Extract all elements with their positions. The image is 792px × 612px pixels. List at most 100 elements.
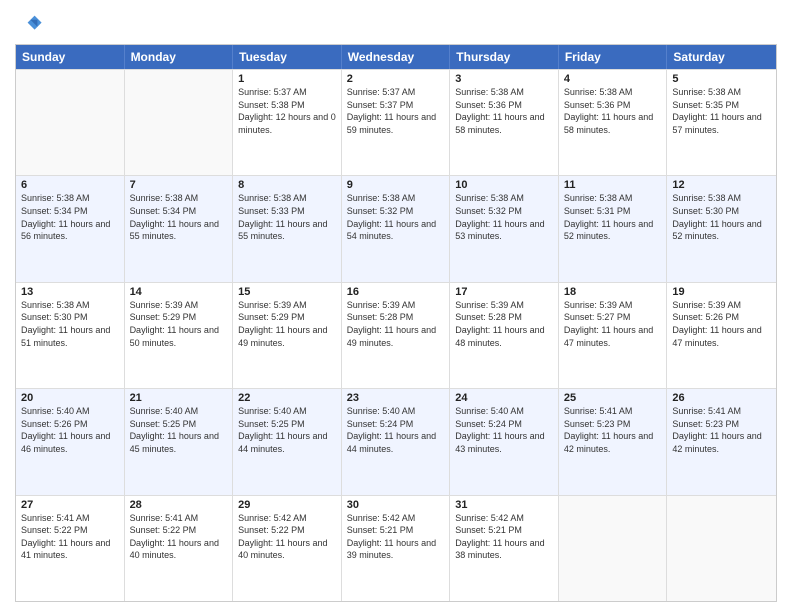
day-cell-14: 14Sunrise: 5:39 AM Sunset: 5:29 PM Dayli… [125, 283, 234, 388]
empty-cell [125, 70, 234, 175]
day-cell-1: 1Sunrise: 5:37 AM Sunset: 5:38 PM Daylig… [233, 70, 342, 175]
cell-detail: Sunrise: 5:39 AM Sunset: 5:29 PM Dayligh… [238, 299, 336, 349]
cell-detail: Sunrise: 5:38 AM Sunset: 5:34 PM Dayligh… [130, 192, 228, 242]
cell-detail: Sunrise: 5:38 AM Sunset: 5:36 PM Dayligh… [564, 86, 662, 136]
day-cell-15: 15Sunrise: 5:39 AM Sunset: 5:29 PM Dayli… [233, 283, 342, 388]
logo-icon [15, 10, 43, 38]
day-cell-24: 24Sunrise: 5:40 AM Sunset: 5:24 PM Dayli… [450, 389, 559, 494]
day-cell-2: 2Sunrise: 5:37 AM Sunset: 5:37 PM Daylig… [342, 70, 451, 175]
day-number: 4 [564, 73, 662, 85]
day-cell-10: 10Sunrise: 5:38 AM Sunset: 5:32 PM Dayli… [450, 176, 559, 281]
calendar-row-3: 13Sunrise: 5:38 AM Sunset: 5:30 PM Dayli… [16, 282, 776, 388]
empty-cell [667, 496, 776, 601]
cell-detail: Sunrise: 5:39 AM Sunset: 5:29 PM Dayligh… [130, 299, 228, 349]
cell-detail: Sunrise: 5:38 AM Sunset: 5:36 PM Dayligh… [455, 86, 553, 136]
header-day-sunday: Sunday [16, 45, 125, 69]
calendar-row-2: 6Sunrise: 5:38 AM Sunset: 5:34 PM Daylig… [16, 175, 776, 281]
day-number: 20 [21, 392, 119, 404]
day-cell-6: 6Sunrise: 5:38 AM Sunset: 5:34 PM Daylig… [16, 176, 125, 281]
day-cell-8: 8Sunrise: 5:38 AM Sunset: 5:33 PM Daylig… [233, 176, 342, 281]
day-cell-26: 26Sunrise: 5:41 AM Sunset: 5:23 PM Dayli… [667, 389, 776, 494]
cell-detail: Sunrise: 5:40 AM Sunset: 5:24 PM Dayligh… [455, 405, 553, 455]
calendar-header: SundayMondayTuesdayWednesdayThursdayFrid… [16, 45, 776, 69]
header-day-thursday: Thursday [450, 45, 559, 69]
day-number: 15 [238, 286, 336, 298]
cell-detail: Sunrise: 5:38 AM Sunset: 5:31 PM Dayligh… [564, 192, 662, 242]
day-number: 29 [238, 499, 336, 511]
header-day-friday: Friday [559, 45, 668, 69]
day-cell-13: 13Sunrise: 5:38 AM Sunset: 5:30 PM Dayli… [16, 283, 125, 388]
cell-detail: Sunrise: 5:42 AM Sunset: 5:21 PM Dayligh… [347, 512, 445, 562]
page: SundayMondayTuesdayWednesdayThursdayFrid… [0, 0, 792, 612]
day-cell-11: 11Sunrise: 5:38 AM Sunset: 5:31 PM Dayli… [559, 176, 668, 281]
cell-detail: Sunrise: 5:40 AM Sunset: 5:25 PM Dayligh… [238, 405, 336, 455]
day-cell-23: 23Sunrise: 5:40 AM Sunset: 5:24 PM Dayli… [342, 389, 451, 494]
day-cell-17: 17Sunrise: 5:39 AM Sunset: 5:28 PM Dayli… [450, 283, 559, 388]
day-number: 5 [672, 73, 771, 85]
cell-detail: Sunrise: 5:41 AM Sunset: 5:22 PM Dayligh… [130, 512, 228, 562]
day-number: 13 [21, 286, 119, 298]
header-day-tuesday: Tuesday [233, 45, 342, 69]
cell-detail: Sunrise: 5:42 AM Sunset: 5:21 PM Dayligh… [455, 512, 553, 562]
empty-cell [16, 70, 125, 175]
cell-detail: Sunrise: 5:40 AM Sunset: 5:25 PM Dayligh… [130, 405, 228, 455]
day-cell-4: 4Sunrise: 5:38 AM Sunset: 5:36 PM Daylig… [559, 70, 668, 175]
cell-detail: Sunrise: 5:39 AM Sunset: 5:28 PM Dayligh… [347, 299, 445, 349]
calendar-body: 1Sunrise: 5:37 AM Sunset: 5:38 PM Daylig… [16, 69, 776, 601]
day-number: 1 [238, 73, 336, 85]
day-cell-25: 25Sunrise: 5:41 AM Sunset: 5:23 PM Dayli… [559, 389, 668, 494]
day-number: 6 [21, 179, 119, 191]
cell-detail: Sunrise: 5:39 AM Sunset: 5:28 PM Dayligh… [455, 299, 553, 349]
cell-detail: Sunrise: 5:37 AM Sunset: 5:37 PM Dayligh… [347, 86, 445, 136]
cell-detail: Sunrise: 5:38 AM Sunset: 5:35 PM Dayligh… [672, 86, 771, 136]
day-number: 9 [347, 179, 445, 191]
day-cell-12: 12Sunrise: 5:38 AM Sunset: 5:30 PM Dayli… [667, 176, 776, 281]
day-cell-22: 22Sunrise: 5:40 AM Sunset: 5:25 PM Dayli… [233, 389, 342, 494]
cell-detail: Sunrise: 5:38 AM Sunset: 5:30 PM Dayligh… [21, 299, 119, 349]
calendar-row-5: 27Sunrise: 5:41 AM Sunset: 5:22 PM Dayli… [16, 495, 776, 601]
day-cell-28: 28Sunrise: 5:41 AM Sunset: 5:22 PM Dayli… [125, 496, 234, 601]
day-cell-5: 5Sunrise: 5:38 AM Sunset: 5:35 PM Daylig… [667, 70, 776, 175]
header-day-monday: Monday [125, 45, 234, 69]
cell-detail: Sunrise: 5:41 AM Sunset: 5:23 PM Dayligh… [672, 405, 771, 455]
cell-detail: Sunrise: 5:41 AM Sunset: 5:23 PM Dayligh… [564, 405, 662, 455]
day-number: 2 [347, 73, 445, 85]
day-number: 31 [455, 499, 553, 511]
cell-detail: Sunrise: 5:38 AM Sunset: 5:30 PM Dayligh… [672, 192, 771, 242]
cell-detail: Sunrise: 5:41 AM Sunset: 5:22 PM Dayligh… [21, 512, 119, 562]
day-cell-20: 20Sunrise: 5:40 AM Sunset: 5:26 PM Dayli… [16, 389, 125, 494]
logo [15, 10, 47, 38]
header-day-saturday: Saturday [667, 45, 776, 69]
day-number: 24 [455, 392, 553, 404]
day-number: 17 [455, 286, 553, 298]
day-number: 14 [130, 286, 228, 298]
cell-detail: Sunrise: 5:37 AM Sunset: 5:38 PM Dayligh… [238, 86, 336, 136]
calendar-row-1: 1Sunrise: 5:37 AM Sunset: 5:38 PM Daylig… [16, 69, 776, 175]
cell-detail: Sunrise: 5:38 AM Sunset: 5:33 PM Dayligh… [238, 192, 336, 242]
cell-detail: Sunrise: 5:42 AM Sunset: 5:22 PM Dayligh… [238, 512, 336, 562]
day-number: 25 [564, 392, 662, 404]
calendar: SundayMondayTuesdayWednesdayThursdayFrid… [15, 44, 777, 602]
day-number: 27 [21, 499, 119, 511]
day-number: 18 [564, 286, 662, 298]
day-number: 12 [672, 179, 771, 191]
day-cell-27: 27Sunrise: 5:41 AM Sunset: 5:22 PM Dayli… [16, 496, 125, 601]
day-cell-16: 16Sunrise: 5:39 AM Sunset: 5:28 PM Dayli… [342, 283, 451, 388]
day-cell-18: 18Sunrise: 5:39 AM Sunset: 5:27 PM Dayli… [559, 283, 668, 388]
cell-detail: Sunrise: 5:39 AM Sunset: 5:27 PM Dayligh… [564, 299, 662, 349]
cell-detail: Sunrise: 5:38 AM Sunset: 5:32 PM Dayligh… [455, 192, 553, 242]
day-number: 7 [130, 179, 228, 191]
day-number: 23 [347, 392, 445, 404]
header-day-wednesday: Wednesday [342, 45, 451, 69]
day-number: 30 [347, 499, 445, 511]
day-number: 10 [455, 179, 553, 191]
day-cell-9: 9Sunrise: 5:38 AM Sunset: 5:32 PM Daylig… [342, 176, 451, 281]
cell-detail: Sunrise: 5:38 AM Sunset: 5:34 PM Dayligh… [21, 192, 119, 242]
empty-cell [559, 496, 668, 601]
day-number: 19 [672, 286, 771, 298]
cell-detail: Sunrise: 5:38 AM Sunset: 5:32 PM Dayligh… [347, 192, 445, 242]
day-number: 8 [238, 179, 336, 191]
cell-detail: Sunrise: 5:40 AM Sunset: 5:26 PM Dayligh… [21, 405, 119, 455]
day-number: 26 [672, 392, 771, 404]
day-cell-21: 21Sunrise: 5:40 AM Sunset: 5:25 PM Dayli… [125, 389, 234, 494]
